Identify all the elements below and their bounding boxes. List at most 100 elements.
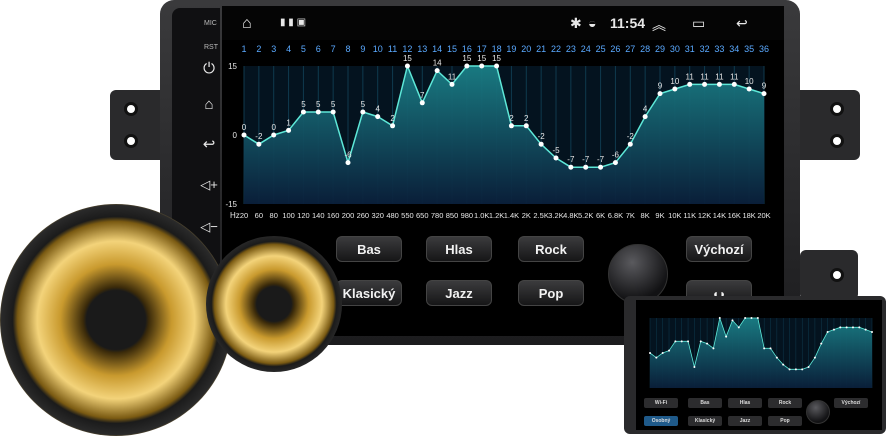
eq-value-label: 11 bbox=[700, 72, 709, 81]
preset-jazz-button[interactable]: Jazz bbox=[426, 280, 492, 306]
eq-point bbox=[687, 340, 690, 343]
y-tick-label: 0 bbox=[233, 131, 238, 140]
eq-point bbox=[672, 86, 678, 92]
bluetooth-icon: ✱ bbox=[570, 15, 582, 31]
freq-label: 10K bbox=[668, 211, 681, 220]
back-icon[interactable]: ↩ bbox=[198, 134, 220, 156]
eq-point bbox=[693, 366, 696, 368]
freq-label: 16K bbox=[728, 211, 741, 220]
rst-label: RST bbox=[204, 44, 218, 51]
eq-value-label: 1 bbox=[286, 118, 291, 127]
eq-point bbox=[375, 114, 381, 120]
eq-value-label: 15 bbox=[462, 54, 471, 63]
expand-icon[interactable]: ︽ bbox=[652, 15, 666, 35]
mini-hlas-button: Hlas bbox=[728, 398, 762, 408]
eq-point bbox=[744, 317, 747, 319]
freq-label: 650 bbox=[416, 211, 429, 220]
eq-point bbox=[680, 340, 683, 343]
eq-point bbox=[661, 352, 664, 354]
eq-point bbox=[716, 81, 722, 87]
eq-point bbox=[449, 81, 455, 87]
equalizer-chart[interactable]: 0 -2 0 1 5 5 5 -6 5 4 2 15 7 14 11 15 15 15 2 2 -2 -5 -7 -7 -7 -6… bbox=[222, 40, 784, 240]
freq-label: 2.5K bbox=[533, 211, 548, 220]
eq-point bbox=[737, 326, 740, 329]
freq-label: 3.2K bbox=[548, 211, 563, 220]
band-number: 20 bbox=[521, 44, 531, 54]
band-number: 17 bbox=[477, 44, 487, 54]
right-lower-bracket bbox=[800, 250, 858, 300]
back-icon[interactable]: ↩ bbox=[736, 15, 748, 32]
eq-point bbox=[864, 328, 867, 331]
eq-point bbox=[756, 317, 759, 319]
preset-bas-button[interactable]: Bas bbox=[336, 236, 402, 262]
band-number: 23 bbox=[566, 44, 576, 54]
eq-point bbox=[761, 91, 767, 97]
preset-vychozi-button[interactable]: Výchozí bbox=[686, 236, 752, 262]
eq-point bbox=[731, 319, 734, 322]
eq-value-label: 15 bbox=[492, 54, 501, 63]
notification-icons: ▮ ▮ ▣ bbox=[280, 17, 307, 28]
eq-point bbox=[775, 356, 778, 359]
band-number: 27 bbox=[625, 44, 635, 54]
eq-point bbox=[782, 363, 785, 366]
preset-rock-button[interactable]: Rock bbox=[518, 236, 584, 262]
band-number: 29 bbox=[655, 44, 665, 54]
eq-point bbox=[845, 326, 848, 329]
preset-hlas-button[interactable]: Hlas bbox=[426, 236, 492, 262]
volume-down-icon[interactable]: ◁− bbox=[198, 216, 220, 238]
eq-point bbox=[642, 114, 648, 120]
home-icon[interactable]: ⌂ bbox=[198, 94, 220, 116]
preview-unit: Wi-Fi Bas Hlas Rock Výchozí Osobný Klasi… bbox=[624, 296, 886, 434]
eq-value-label: 14 bbox=[433, 59, 442, 68]
eq-point bbox=[300, 109, 306, 115]
freq-label: 4.8K bbox=[563, 211, 578, 220]
power-icon[interactable]: ⏻ bbox=[198, 58, 220, 80]
freq-label: 100 bbox=[282, 211, 295, 220]
volume-up-icon[interactable]: ◁+ bbox=[198, 174, 220, 196]
eq-point bbox=[674, 340, 677, 343]
freq-label: 60 bbox=[255, 211, 263, 220]
band-number: 32 bbox=[700, 44, 710, 54]
equalizer-svg[interactable]: 0-2015 5 5-6542157141115 15 152 2-2-5-7 -7 -7-6… bbox=[222, 40, 784, 240]
freq-label: 12K bbox=[698, 211, 711, 220]
freq-label: 11K bbox=[683, 211, 696, 220]
eq-value-label: 11 bbox=[686, 72, 695, 81]
freq-label: 480 bbox=[386, 211, 399, 220]
eq-value-label: 2 bbox=[524, 114, 529, 123]
freq-unit-label: Hz bbox=[230, 211, 240, 220]
band-number: 6 bbox=[316, 44, 321, 54]
freq-label: 6.8K bbox=[608, 211, 623, 220]
eq-point bbox=[731, 81, 737, 87]
recent-apps-icon[interactable]: ▭ bbox=[692, 15, 705, 32]
freq-label: 550 bbox=[401, 211, 414, 220]
eq-point bbox=[649, 352, 651, 354]
eq-point bbox=[241, 132, 247, 138]
band-number: 18 bbox=[492, 44, 502, 54]
preset-pop-button[interactable]: Pop bbox=[518, 280, 584, 306]
home-outline-icon[interactable]: ⌂ bbox=[242, 15, 252, 33]
preset-klasicky-button[interactable]: Klasický bbox=[336, 280, 402, 306]
eq-point bbox=[725, 335, 728, 338]
eq-point bbox=[657, 91, 663, 97]
eq-point bbox=[794, 368, 797, 371]
status-time: 11:54 bbox=[610, 15, 646, 31]
eq-value-label: 4 bbox=[375, 105, 380, 114]
band-number: 31 bbox=[685, 44, 695, 54]
freq-label: 7K bbox=[626, 211, 635, 220]
band-number: 10 bbox=[373, 44, 383, 54]
freq-label: 200 bbox=[342, 211, 355, 220]
eq-value-label: -2 bbox=[538, 132, 546, 141]
band-number: 2 bbox=[256, 44, 261, 54]
eq-value-label: 2 bbox=[390, 114, 395, 123]
eq-point bbox=[813, 356, 816, 359]
mini-bas-button: Bas bbox=[688, 398, 722, 408]
band-number: 11 bbox=[388, 44, 397, 54]
freq-label: 260 bbox=[357, 211, 370, 220]
eq-point bbox=[360, 109, 366, 115]
y-tick-label: -15 bbox=[225, 200, 237, 209]
eq-value-label: 15 bbox=[403, 54, 412, 63]
volume-knob[interactable] bbox=[608, 244, 668, 304]
eq-point bbox=[434, 68, 440, 74]
right-mounting-bracket bbox=[792, 90, 860, 160]
band-number: 26 bbox=[610, 44, 620, 54]
